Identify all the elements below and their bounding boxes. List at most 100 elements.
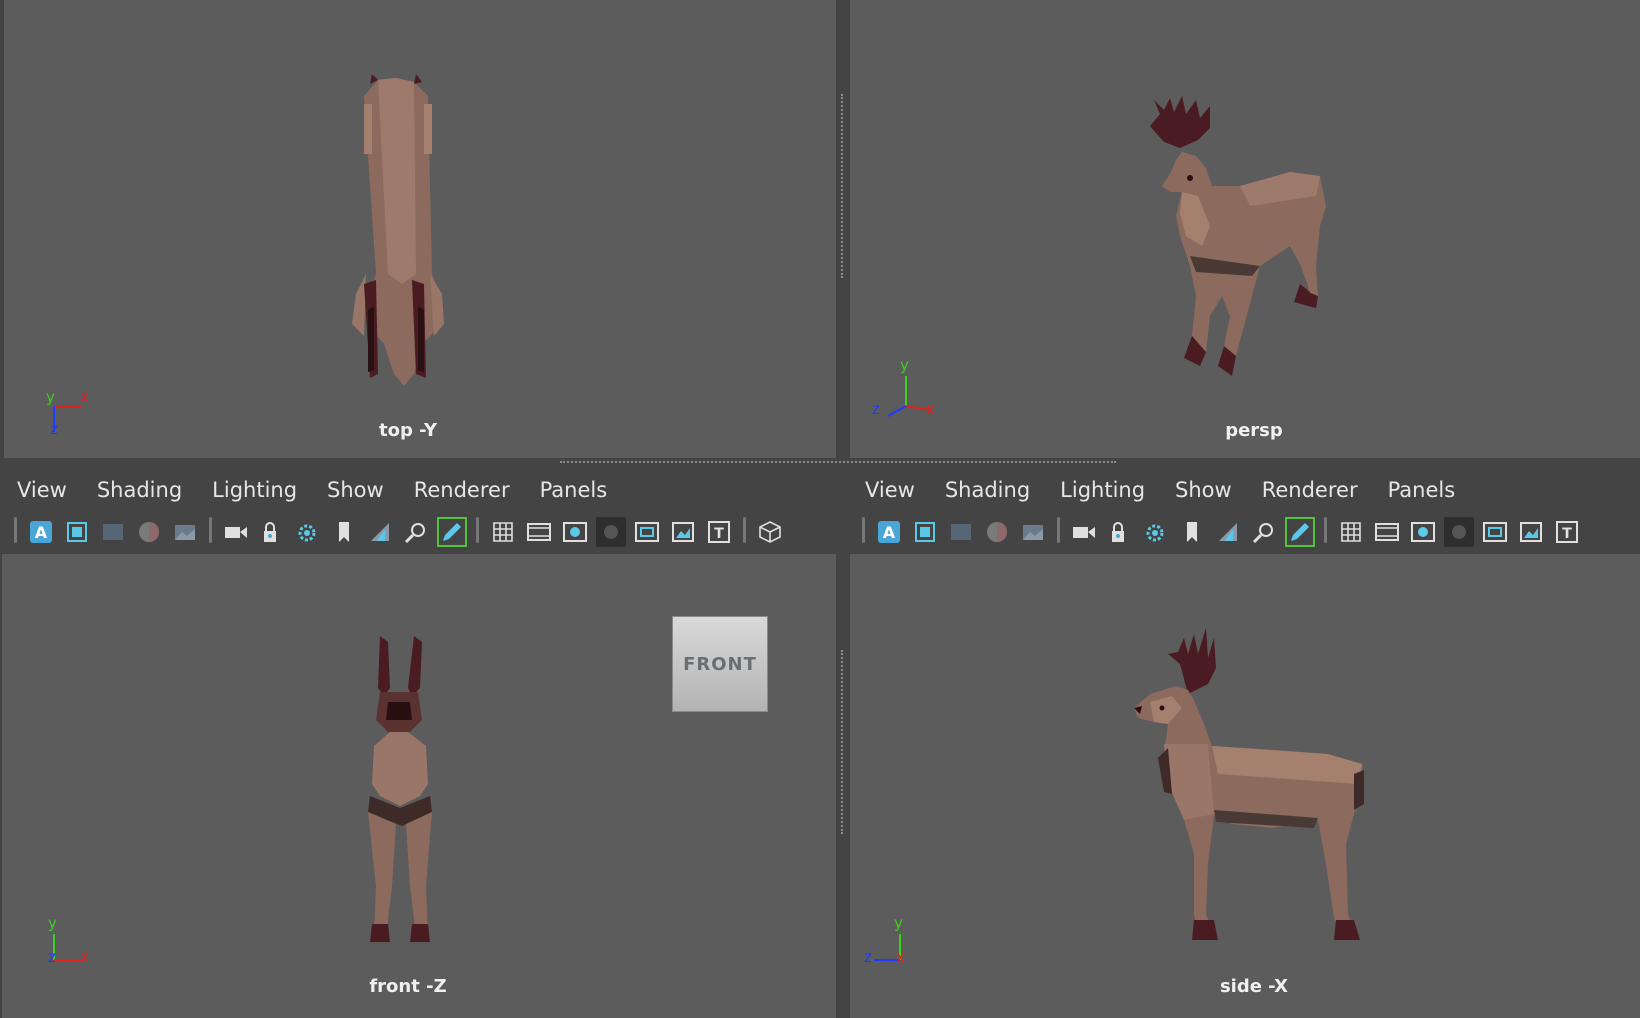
toolbar-separator [475, 517, 480, 547]
bookmark-icon[interactable] [1177, 517, 1207, 547]
axis-label-y: y [900, 356, 909, 374]
viewport-top[interactable]: y x z top -Y [4, 0, 836, 458]
toolbar-separator [208, 517, 213, 547]
svg-text:T: T [714, 526, 724, 542]
film-gate-icon[interactable] [1372, 517, 1402, 547]
viewport-side[interactable]: y z x side -X [850, 554, 1640, 1018]
safe-title-icon[interactable]: T [704, 517, 734, 547]
toolbar-separator [13, 517, 18, 547]
axis-label-x: x [80, 388, 89, 406]
deer-model-front-view [368, 636, 432, 942]
axis-label-z: z [864, 948, 872, 966]
lock-camera-icon[interactable] [1105, 517, 1135, 547]
grid-icon[interactable] [488, 517, 518, 547]
menu-show[interactable]: Show [1160, 478, 1247, 502]
axis-label-y: y [894, 914, 903, 932]
axis-gizmo-front: y x z [44, 914, 104, 972]
axis-label-x: x [896, 948, 905, 966]
axis-label-z: z [872, 400, 880, 418]
menu-show[interactable]: Show [312, 478, 399, 502]
toolbar-separator [861, 517, 866, 547]
axis-label-y: y [48, 914, 57, 932]
pane-side: View Shading Lighting Show Renderer Pane… [850, 470, 1640, 1018]
pane-divider-handle-horizontal[interactable] [560, 461, 1116, 465]
camera-settings-icon[interactable] [1141, 517, 1171, 547]
svg-text:T: T [1562, 526, 1572, 542]
axis-gizmo-top: y x z [44, 388, 104, 442]
menu-view[interactable]: View [2, 478, 82, 502]
2d-pan-zoom-icon[interactable] [401, 517, 431, 547]
smooth-shade-icon[interactable] [982, 517, 1012, 547]
lock-camera-icon[interactable] [257, 517, 287, 547]
isolate-select-icon[interactable] [755, 517, 785, 547]
textured-icon[interactable] [170, 517, 200, 547]
menu-shading[interactable]: Shading [82, 478, 197, 502]
film-gate-icon[interactable] [524, 517, 554, 547]
textured-icon[interactable] [1018, 517, 1048, 547]
viewport-persp[interactable]: y x z persp [850, 0, 1640, 458]
panel-menu-bar-left: View Shading Lighting Show Renderer Pane… [2, 470, 836, 510]
resolution-gate-icon[interactable] [1408, 517, 1438, 547]
axis-label-x: x [80, 948, 89, 966]
viewport-front[interactable]: FRONT y x z front -Z [2, 554, 836, 1018]
menu-shading[interactable]: Shading [930, 478, 1045, 502]
pane-front: View Shading Lighting Show Renderer Pane… [2, 470, 836, 1018]
axis-label-z: z [50, 420, 58, 438]
viewport-label-front: front -Z [369, 976, 447, 997]
viewport-label-top: top -Y [379, 420, 437, 441]
wireframe-icon[interactable] [98, 517, 128, 547]
camera-attributes-icon[interactable] [62, 517, 92, 547]
svg-text:A: A [883, 523, 896, 542]
panel-menu-bar-right: View Shading Lighting Show Renderer Pane… [850, 470, 1640, 510]
axis-label-x: x [926, 400, 935, 418]
axis-label-y: y [46, 388, 55, 406]
2d-pan-zoom-icon[interactable] [1249, 517, 1279, 547]
gate-mask-icon[interactable] [1444, 517, 1474, 547]
pane-divider-handle-vertical-top[interactable] [841, 94, 845, 278]
grease-pencil-icon[interactable] [1285, 517, 1315, 547]
gate-mask-icon[interactable] [596, 517, 626, 547]
select-camera-icon[interactable]: A [26, 517, 56, 547]
menu-renderer[interactable]: Renderer [399, 478, 525, 502]
grid-icon[interactable] [1336, 517, 1366, 547]
camera-icon[interactable] [1069, 517, 1099, 547]
axis-gizmo-side: y z x [864, 914, 924, 972]
menu-lighting[interactable]: Lighting [1045, 478, 1160, 502]
toolbar-separator [742, 517, 747, 547]
panel-toolbar-right: A T [856, 510, 1640, 554]
menu-panels[interactable]: Panels [525, 478, 623, 502]
axis-gizmo-persp: y x z [870, 356, 940, 428]
camera-icon[interactable] [221, 517, 251, 547]
toolbar-separator [1323, 517, 1328, 547]
deer-model-side-view [1134, 628, 1364, 940]
svg-text:A: A [35, 523, 48, 542]
toolbar-separator [1056, 517, 1061, 547]
deer-model-persp-view [1150, 96, 1326, 376]
axis-label-z: z [48, 948, 56, 966]
field-chart-icon[interactable] [1480, 517, 1510, 547]
select-camera-icon[interactable]: A [874, 517, 904, 547]
pane-divider-handle-vertical-bottom[interactable] [841, 650, 845, 834]
menu-panels[interactable]: Panels [1373, 478, 1471, 502]
resolution-gate-icon[interactable] [560, 517, 590, 547]
viewport-label-side: side -X [1219, 976, 1289, 997]
camera-attributes-icon[interactable] [910, 517, 940, 547]
wireframe-icon[interactable] [946, 517, 976, 547]
safe-action-icon[interactable] [1516, 517, 1546, 547]
smooth-shade-icon[interactable] [134, 517, 164, 547]
panel-toolbar-left: A T [8, 510, 836, 554]
viewport-label-persp: persp [1225, 420, 1283, 441]
menu-lighting[interactable]: Lighting [197, 478, 312, 502]
bookmark-icon[interactable] [329, 517, 359, 547]
deer-model-top-view [352, 74, 444, 386]
field-chart-icon[interactable] [632, 517, 662, 547]
menu-view[interactable]: View [850, 478, 930, 502]
image-plane-icon[interactable] [365, 517, 395, 547]
safe-title-icon[interactable]: T [1552, 517, 1582, 547]
camera-settings-icon[interactable] [293, 517, 323, 547]
image-plane-icon[interactable] [1213, 517, 1243, 547]
view-cube[interactable]: FRONT [672, 616, 768, 712]
menu-renderer[interactable]: Renderer [1247, 478, 1373, 502]
safe-action-icon[interactable] [668, 517, 698, 547]
grease-pencil-icon[interactable] [437, 517, 467, 547]
